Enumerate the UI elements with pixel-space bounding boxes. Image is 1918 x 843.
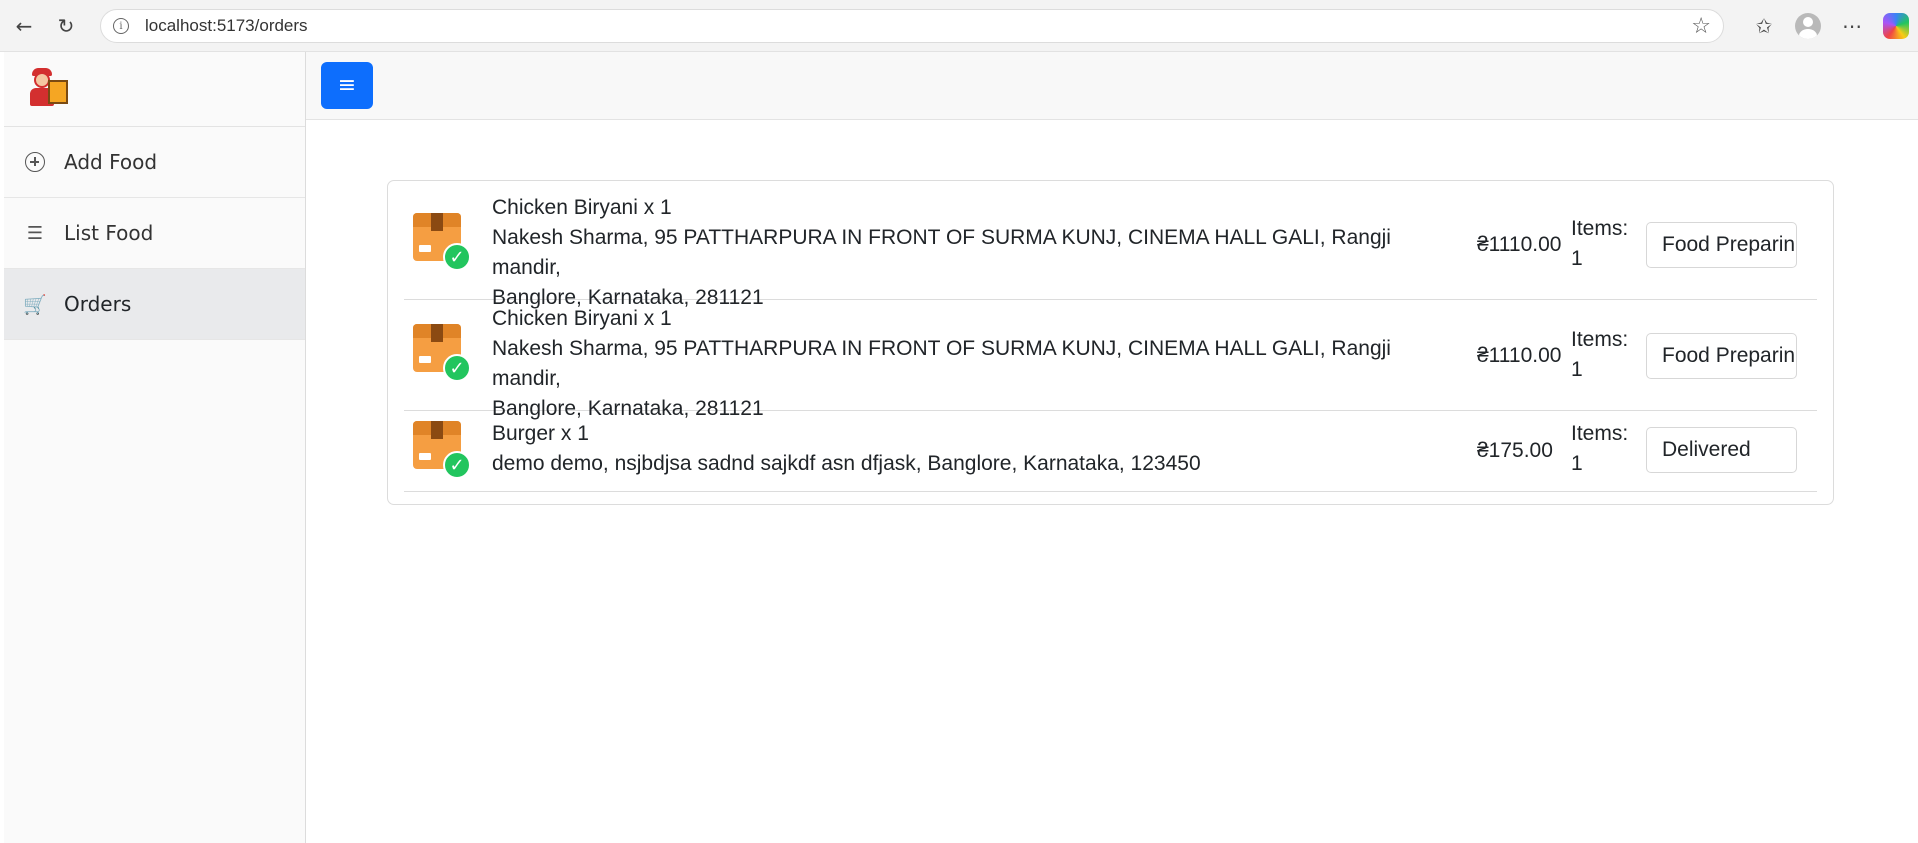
order-items-line: Burger x 1 <box>492 422 589 445</box>
order-details: Burger x 1 demo demo, nsjbdjsa sadnd saj… <box>492 419 1427 479</box>
back-arrow-icon[interactable]: ← <box>6 8 42 44</box>
items-count: 1 <box>1571 358 1583 381</box>
order-address: Nakesh Sharma, 95 PATTHARPURA IN FRONT O… <box>492 337 1391 390</box>
profile-icon[interactable] <box>1786 4 1830 48</box>
order-status-select[interactable]: Delivered <box>1646 427 1797 473</box>
order-price: ₴175.00 <box>1477 439 1553 462</box>
items-count: 1 <box>1571 247 1583 270</box>
order-details: Chicken Biryani x 1 Nakesh Sharma, 95 PA… <box>492 304 1427 424</box>
sidebar-item-list-food[interactable]: ☰ List Food <box>4 198 305 269</box>
parcel-icon: ✓ <box>413 421 473 483</box>
favorites-icon[interactable]: ✩ <box>1742 4 1786 48</box>
order-items-line: Chicken Biryani x 1 <box>492 196 672 219</box>
sidebar-item-add-food[interactable]: Add Food <box>4 127 305 198</box>
order-row: ✓ Chicken Biryani x 1 Nakesh Sharma, 95 … <box>404 300 1817 420</box>
reload-icon[interactable]: ↻ <box>48 8 84 44</box>
order-price: ₴1110.00 <box>1477 344 1562 367</box>
plus-circle-icon <box>24 151 46 173</box>
star-icon[interactable]: ☆ <box>1691 14 1711 39</box>
orders-list: ✓ Chicken Biryani x 1 Nakesh Sharma, 95 … <box>387 180 1834 505</box>
order-items-count: Items: 1 <box>1571 325 1641 385</box>
copilot-icon[interactable] <box>1874 4 1918 48</box>
order-address: demo demo, nsjbdjsa sadnd sajkdf asn dfj… <box>492 452 1201 475</box>
menu-toggle-button[interactable]: ≡ <box>321 62 373 109</box>
order-row: ✓ Burger x 1 demo demo, nsjbdjsa sadnd s… <box>404 411 1817 492</box>
items-label: Items: <box>1571 422 1629 445</box>
sidebar-item-orders[interactable]: 🛒 Orders <box>4 269 305 340</box>
sidebar-item-label: Add Food <box>64 150 158 174</box>
address-bar[interactable]: i localhost:5173/orders ☆ <box>100 9 1724 43</box>
delivery-logo-icon[interactable] <box>26 68 72 110</box>
order-items-count: Items: 1 <box>1571 419 1641 479</box>
sidebar-item-label: Orders <box>64 292 132 316</box>
items-label: Items: <box>1571 217 1629 240</box>
url-text[interactable]: localhost:5173/orders <box>145 16 308 36</box>
order-items-line: Chicken Biryani x 1 <box>492 307 672 330</box>
hamburger-icon: ≡ <box>337 73 357 98</box>
sidebar: Add Food ☰ List Food 🛒 Orders <box>4 52 306 843</box>
order-address: Nakesh Sharma, 95 PATTHARPURA IN FRONT O… <box>492 226 1391 279</box>
check-icon: ✓ <box>443 243 471 271</box>
parcel-icon: ✓ <box>413 213 473 275</box>
parcel-icon: ✓ <box>413 324 473 386</box>
order-status-select[interactable]: Food Preparing <box>1646 333 1797 379</box>
cart-icon: 🛒 <box>23 293 47 316</box>
check-icon: ✓ <box>443 451 471 479</box>
list-icon: ☰ <box>26 222 44 244</box>
items-count: 1 <box>1571 452 1583 475</box>
order-items-count: Items: 1 <box>1571 214 1641 274</box>
order-price: ₴1110.00 <box>1477 233 1562 256</box>
sidebar-item-label: List Food <box>64 221 154 245</box>
browser-toolbar: ← ↻ i localhost:5173/orders ☆ ✩ ⋯ <box>0 0 1918 52</box>
order-status-select[interactable]: Food Preparing <box>1646 222 1797 268</box>
check-icon: ✓ <box>443 354 471 382</box>
top-bar: ≡ <box>306 52 1918 120</box>
order-row: ✓ Chicken Biryani x 1 Nakesh Sharma, 95 … <box>404 189 1817 309</box>
info-icon[interactable]: i <box>113 18 129 34</box>
order-details: Chicken Biryani x 1 Nakesh Sharma, 95 PA… <box>492 193 1427 313</box>
more-icon[interactable]: ⋯ <box>1830 4 1874 48</box>
items-label: Items: <box>1571 328 1629 351</box>
logo-area <box>4 52 305 127</box>
